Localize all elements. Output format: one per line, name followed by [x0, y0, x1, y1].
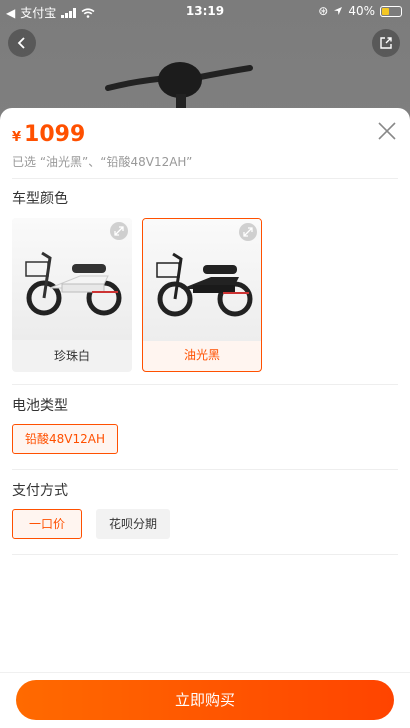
divider	[12, 554, 398, 555]
back-button[interactable]	[8, 29, 36, 57]
share-button[interactable]	[372, 29, 400, 57]
expand-icon	[243, 227, 253, 237]
status-bar: ◀ 支付宝 13:19 ⊛ 40%	[0, 0, 410, 22]
divider	[12, 384, 398, 385]
battery-option-lead-acid[interactable]: 铅酸48V12AH	[12, 424, 118, 454]
color-option-label: 珍珠白	[53, 349, 90, 363]
expand-icon	[114, 226, 124, 236]
color-option-glossy-black[interactable]: 油光黑	[142, 218, 262, 372]
chevron-left-icon	[17, 37, 25, 49]
close-button[interactable]	[376, 120, 398, 142]
battery-percent: 40%	[348, 4, 375, 18]
currency-symbol: ¥	[12, 130, 22, 145]
bottom-divider	[0, 672, 410, 673]
color-section-title: 车型颜色	[12, 191, 68, 207]
payment-section-title: 支付方式	[12, 483, 68, 499]
payment-option-full-price[interactable]: 一口价	[12, 509, 83, 539]
buy-now-button[interactable]: 立即购买	[16, 680, 394, 720]
selected-summary: 已选 “油光黑”、“铅酸48V12AH”	[12, 155, 193, 169]
battery-icon	[380, 5, 402, 17]
payment-option-huabei-installment[interactable]: 花呗分期	[96, 509, 171, 539]
location-icon	[334, 7, 343, 15]
lock-rotation-icon: ⊛	[318, 4, 329, 18]
battery-section-title: 电池类型	[12, 398, 68, 414]
divider	[12, 469, 398, 470]
share-icon	[380, 37, 392, 49]
expand-button[interactable]	[110, 222, 128, 240]
close-icon	[378, 122, 396, 140]
color-option-label: 油光黑	[183, 348, 220, 362]
expand-button[interactable]	[239, 223, 257, 241]
color-option-pearl-white[interactable]: 珍珠白	[12, 218, 132, 372]
price-value: 1099	[24, 122, 86, 147]
sku-selection-sheet: ¥ 1099 已选 “油光黑”、“铅酸48V12AH” 车型颜色 珍珠白 油光黑…	[0, 108, 410, 728]
divider	[12, 178, 398, 179]
price: ¥ 1099	[12, 122, 85, 147]
